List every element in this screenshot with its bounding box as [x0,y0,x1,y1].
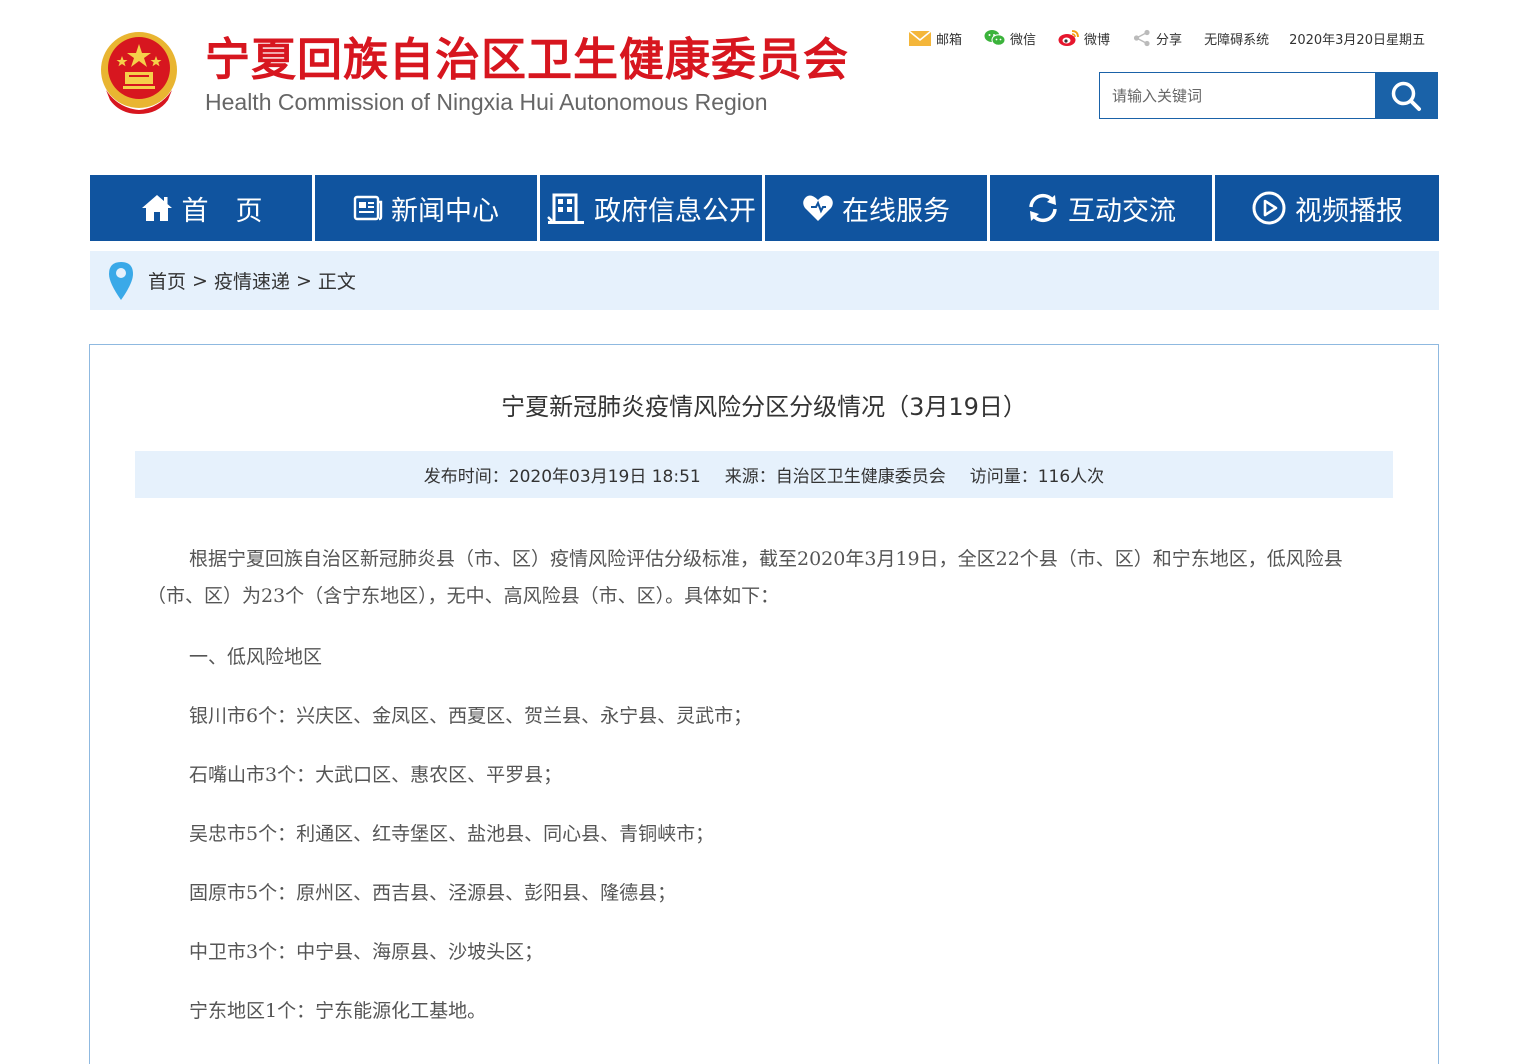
breadcrumb-separator: > [295,269,312,292]
article-paragraph: 固原市5个：原州区、西吉县、泾源县、彭阳县、隆德县； [189,882,677,904]
news-icon [353,195,383,221]
accessibility-link[interactable]: 无障碍系统 [1204,29,1269,48]
share-label: 分享 [1156,32,1183,48]
wechat-icon [984,30,1006,46]
nav-home[interactable]: 首 页 [90,175,312,241]
search-button[interactable] [1375,73,1437,118]
mail-icon [908,30,932,46]
nav-video[interactable]: 视频播报 [1215,175,1439,241]
weibo-link[interactable]: 微博 [1058,29,1110,48]
current-date: 2020年3月20日星期五 [1289,32,1425,48]
article-paragraph: 银川市6个：兴庆区、金凤区、西夏区、贺兰县、永宁县、灵武市； [189,705,753,727]
main-nav: 首 页 新闻中心 政府信息公开 在线服务 互动交流 视频播报 [90,175,1439,241]
wechat-label: 微信 [1010,32,1037,48]
top-links: 邮箱 微信 微博 分享 无障碍系统 2020年3月20日星期五 [908,26,1425,50]
article-container: 宁夏新冠肺炎疫情风险分区分级情况（3月19日） 发布时间：2020年03月19日… [89,344,1439,1064]
article-paragraph: 根据宁夏回族自治区新冠肺炎县（市、区）疫情风险评估分级标准，截至2020年3月1… [147,548,1343,607]
search-icon [1391,81,1421,111]
article-paragraph: 石嘴山市3个：大武口区、惠农区、平罗县； [189,764,563,786]
article-meta: 发布时间：2020年03月19日 18:51 来源：自治区卫生健康委员会 访问量… [135,451,1393,498]
weibo-label: 微博 [1084,32,1111,48]
site-subtitle-en: Health Commission of Ningxia Hui Autonom… [205,89,768,115]
play-icon [1252,191,1286,225]
wechat-link[interactable]: 微信 [984,29,1036,48]
nav-online-service-label: 在线服务 [842,195,950,227]
search-box [1099,72,1438,119]
article-paragraph: 中卫市3个：中宁县、海原县、沙坡头区； [189,941,544,963]
breadcrumb-current: 正文 [317,271,356,293]
home-icon [141,195,172,221]
nav-news-label: 新闻中心 [391,195,499,227]
article-body: 根据宁夏回族自治区新冠肺炎县（市、区）疫情风险评估分级标准，截至2020年3月1… [147,541,1383,1025]
view-count: 访问量：116人次 [969,467,1105,487]
nav-news[interactable]: 新闻中心 [315,175,537,241]
building-icon [547,193,584,224]
breadcrumb-home[interactable]: 首页 [148,267,186,294]
weibo-icon [1058,30,1079,46]
nav-interaction-label: 互动交流 [1068,195,1176,227]
search-input[interactable] [1100,73,1375,118]
national-emblem-icon [98,30,180,114]
article-paragraph: 吴忠市5个：利通区、红寺堡区、盐池县、同心县、青铜峡市； [189,823,715,845]
article-title: 宁夏新冠肺炎疫情风险分区分级情况（3月19日） [501,393,1027,421]
heart-icon [803,195,833,221]
nav-video-label: 视频播报 [1295,195,1403,227]
nav-home-label: 首 页 [181,195,263,227]
publish-time: 发布时间：2020年03月19日 18:51 [423,467,701,487]
accessibility-label: 无障碍系统 [1204,32,1270,48]
article-paragraph: 宁东地区1个：宁东能源化工基地。 [189,1000,487,1022]
share-icon [1133,29,1150,47]
article-section-heading: 一、低风险地区 [189,646,323,668]
nav-gov-info[interactable]: 政府信息公开 [540,175,762,241]
site-title: 宁夏回族自治区卫生健康委员会 [205,33,850,86]
nav-interaction[interactable]: 互动交流 [990,175,1212,241]
nav-online-service[interactable]: 在线服务 [765,175,987,241]
breadcrumb-separator: > [192,269,208,292]
share-link[interactable]: 分享 [1132,29,1182,48]
mail-link[interactable]: 邮箱 [908,29,962,48]
mail-label: 邮箱 [936,32,963,48]
breadcrumb-epidemic-news[interactable]: 疫情速递 [214,267,290,294]
nav-gov-info-label: 政府信息公开 [594,195,756,227]
article-source: 来源：自治区卫生健康委员会 [724,467,946,487]
breadcrumb: 首页 > 疫情速递 > 正文 [90,251,1439,310]
location-pin-icon [109,261,133,300]
refresh-icon [1029,193,1057,223]
